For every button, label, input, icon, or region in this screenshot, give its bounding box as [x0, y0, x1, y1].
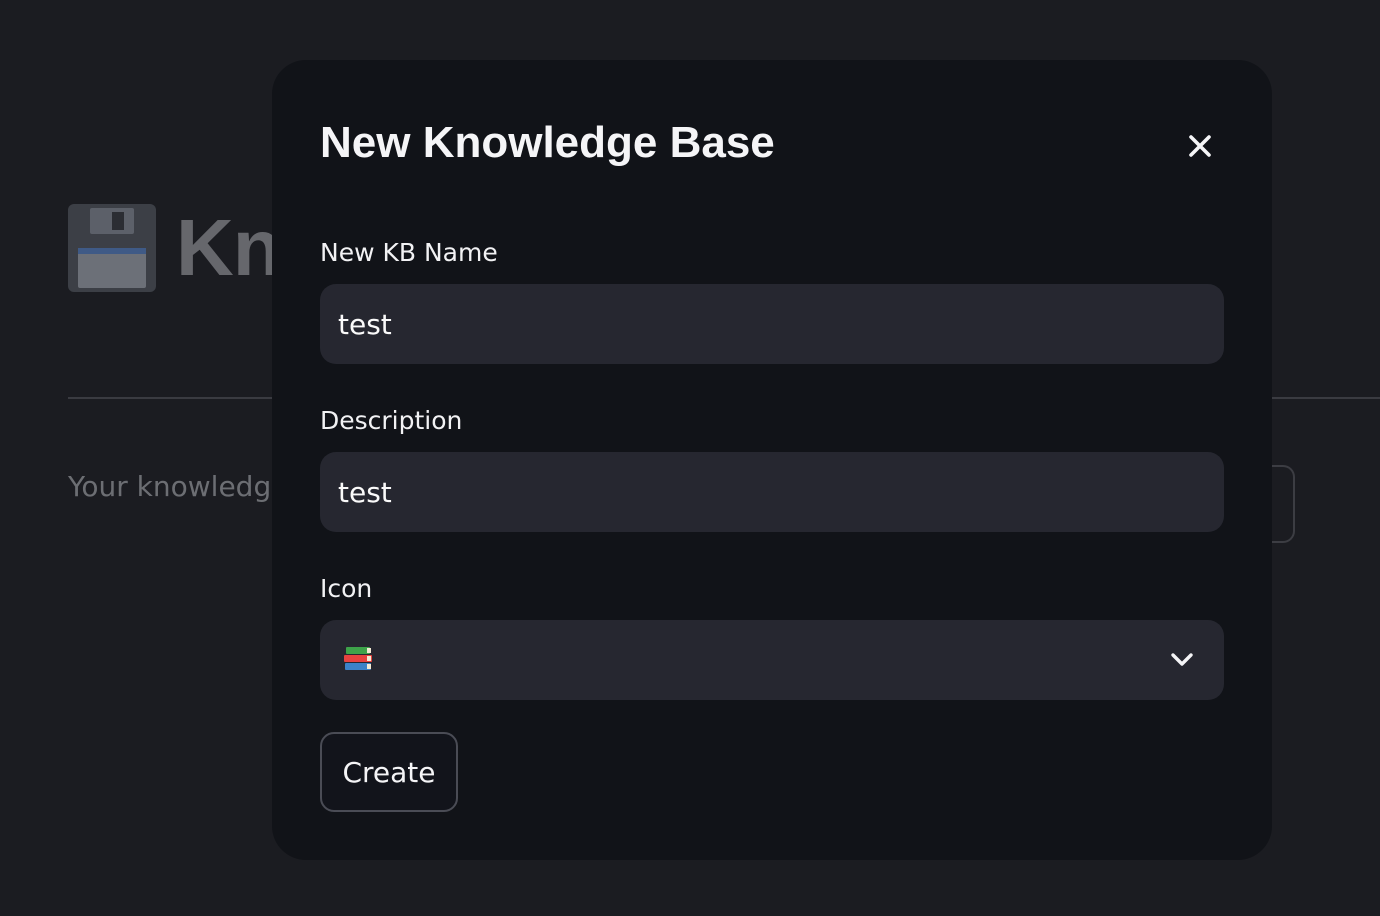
- page-subtitle: Your knowledge: [68, 470, 289, 503]
- books-icon: [344, 645, 372, 673]
- create-button[interactable]: Create: [320, 732, 458, 812]
- floppy-disk-icon: [68, 203, 156, 292]
- kb-name-label: New KB Name: [320, 238, 498, 267]
- kb-name-input[interactable]: [320, 284, 1224, 364]
- chevron-down-icon: [1171, 653, 1193, 666]
- close-button[interactable]: [1180, 126, 1220, 166]
- new-knowledge-base-dialog: New Knowledge Base New KB Name Descripti…: [272, 60, 1272, 860]
- icon-label: Icon: [320, 574, 373, 603]
- description-label: Description: [320, 406, 463, 435]
- page-title-row: Kn: [68, 200, 282, 295]
- dialog-title: New Knowledge Base: [320, 118, 775, 167]
- page-title: Kn: [176, 202, 282, 292]
- icon-select[interactable]: [320, 620, 1224, 700]
- description-input[interactable]: [320, 452, 1224, 532]
- close-icon: [1189, 135, 1211, 157]
